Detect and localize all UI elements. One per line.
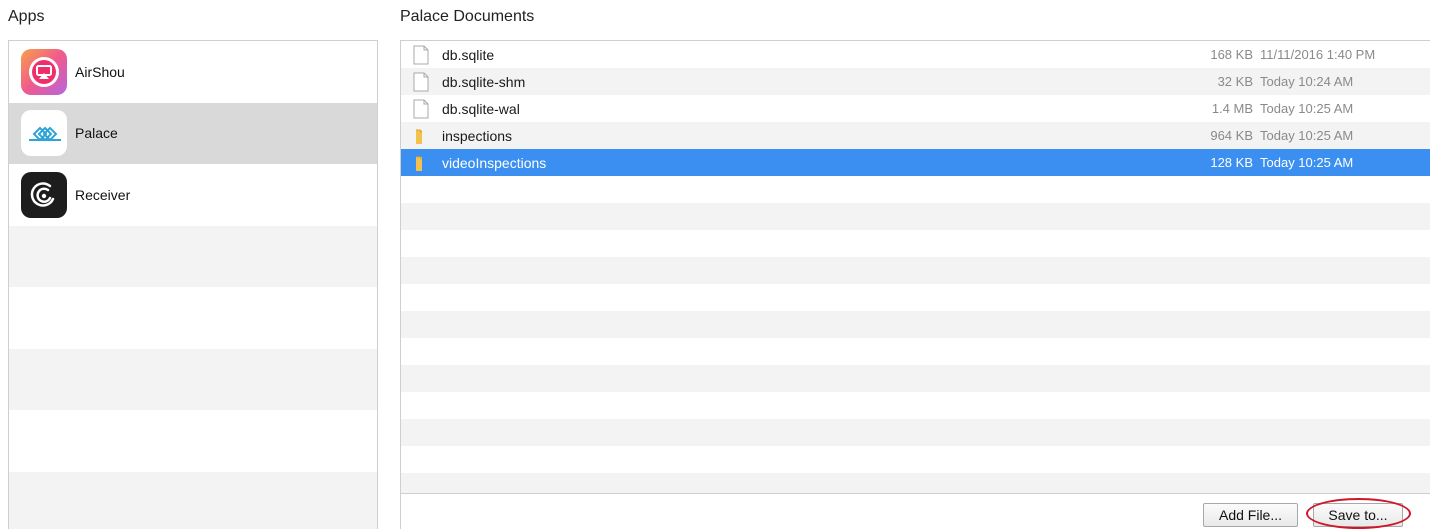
file-date: 11/11/2016 1:40 PM xyxy=(1260,47,1376,62)
documents-toolbar: Add File... Save to... xyxy=(401,493,1430,529)
add-file-button[interactable]: Add File... xyxy=(1203,503,1298,527)
app-item-palace[interactable]: Palace xyxy=(9,102,377,164)
file-name: db.sqlite-shm xyxy=(442,73,526,90)
save-to-button[interactable]: Save to... xyxy=(1313,503,1403,527)
file-name: inspections xyxy=(442,127,513,144)
empty-row xyxy=(9,471,377,529)
empty-row xyxy=(401,203,1430,230)
file-size: 1.4 MB xyxy=(1211,101,1253,116)
airshou-icon xyxy=(21,48,67,95)
file-date: Today 10:24 AM xyxy=(1260,74,1354,89)
empty-row xyxy=(401,284,1430,311)
empty-row xyxy=(9,410,377,472)
file-name: db.sqlite xyxy=(442,46,495,63)
folder-icon xyxy=(413,126,429,146)
empty-row xyxy=(401,365,1430,392)
apps-list: AirShou Palace Receiver xyxy=(8,40,378,529)
app-item-label: Palace xyxy=(75,125,118,142)
empty-row xyxy=(401,392,1430,419)
documents-title: Palace Documents xyxy=(400,8,535,25)
file-list: db.sqlite 168 KB 11/11/2016 1:40 PM db.s… xyxy=(401,41,1430,493)
empty-row xyxy=(401,338,1430,365)
empty-row xyxy=(9,225,377,287)
file-row[interactable]: db.sqlite 168 KB 11/11/2016 1:40 PM xyxy=(401,41,1430,68)
empty-row xyxy=(9,287,377,349)
file-size: 128 KB xyxy=(1210,155,1253,170)
file-date: Today 10:25 AM xyxy=(1260,128,1354,143)
empty-row xyxy=(401,446,1430,473)
empty-row xyxy=(401,176,1430,203)
folder-row[interactable]: inspections 964 KB Today 10:25 AM xyxy=(401,122,1430,149)
file-row[interactable]: db.sqlite-wal 1.4 MB Today 10:25 AM xyxy=(401,95,1430,122)
app-item-airshou[interactable]: AirShou xyxy=(9,41,377,103)
app-item-label: AirShou xyxy=(75,63,125,80)
empty-row xyxy=(401,419,1430,446)
file-date: Today 10:25 AM xyxy=(1260,101,1354,116)
empty-row xyxy=(9,348,377,410)
file-size: 32 KB xyxy=(1217,74,1253,89)
file-row[interactable]: db.sqlite-shm 32 KB Today 10:24 AM xyxy=(401,68,1430,95)
empty-row xyxy=(401,230,1430,257)
apps-title: Apps xyxy=(8,8,45,25)
folder-row-selected[interactable]: videoInspections 128 KB Today 10:25 AM xyxy=(401,149,1430,176)
palace-icon xyxy=(21,110,67,157)
app-item-label: Receiver xyxy=(75,186,131,203)
app-item-receiver[interactable]: Receiver xyxy=(9,164,377,226)
file-name: videoInspections xyxy=(442,154,547,171)
empty-row xyxy=(401,257,1430,284)
file-size: 964 KB xyxy=(1210,128,1253,143)
empty-row xyxy=(401,473,1430,493)
file-icon xyxy=(413,99,429,119)
documents-panel: db.sqlite 168 KB 11/11/2016 1:40 PM db.s… xyxy=(400,40,1430,529)
file-size: 168 KB xyxy=(1210,47,1253,62)
receiver-icon xyxy=(21,171,67,218)
folder-icon xyxy=(413,153,429,173)
file-name: db.sqlite-wal xyxy=(442,100,520,117)
file-icon xyxy=(413,72,429,92)
file-date: Today 10:25 AM xyxy=(1260,155,1354,170)
file-icon xyxy=(413,45,429,65)
empty-row xyxy=(401,311,1430,338)
